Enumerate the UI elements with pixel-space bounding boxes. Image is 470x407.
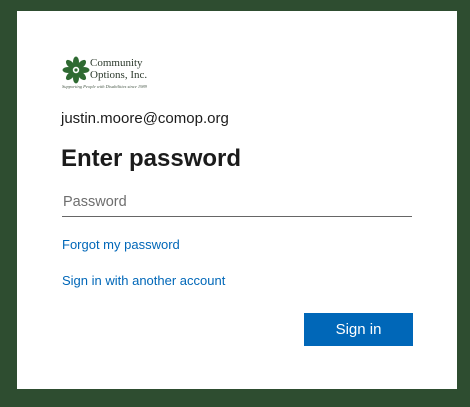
signin-card: Community Options, Inc. Supporting Peopl…	[17, 11, 457, 389]
account-identity: justin.moore@comop.org	[61, 110, 229, 127]
sign-in-button[interactable]: Sign in	[304, 313, 413, 346]
flower-logo-icon	[62, 56, 90, 84]
other-account-link[interactable]: Sign in with another account	[62, 273, 225, 288]
logo-company-name: Community Options, Inc.	[90, 57, 148, 81]
page-title: Enter password	[61, 145, 242, 172]
logo-tagline: Supporting People with Disabilities sinc…	[62, 84, 147, 89]
company-logo: Community Options, Inc. Supporting Peopl…	[62, 56, 172, 92]
password-input[interactable]	[62, 187, 412, 217]
forgot-password-link[interactable]: Forgot my password	[62, 237, 180, 252]
